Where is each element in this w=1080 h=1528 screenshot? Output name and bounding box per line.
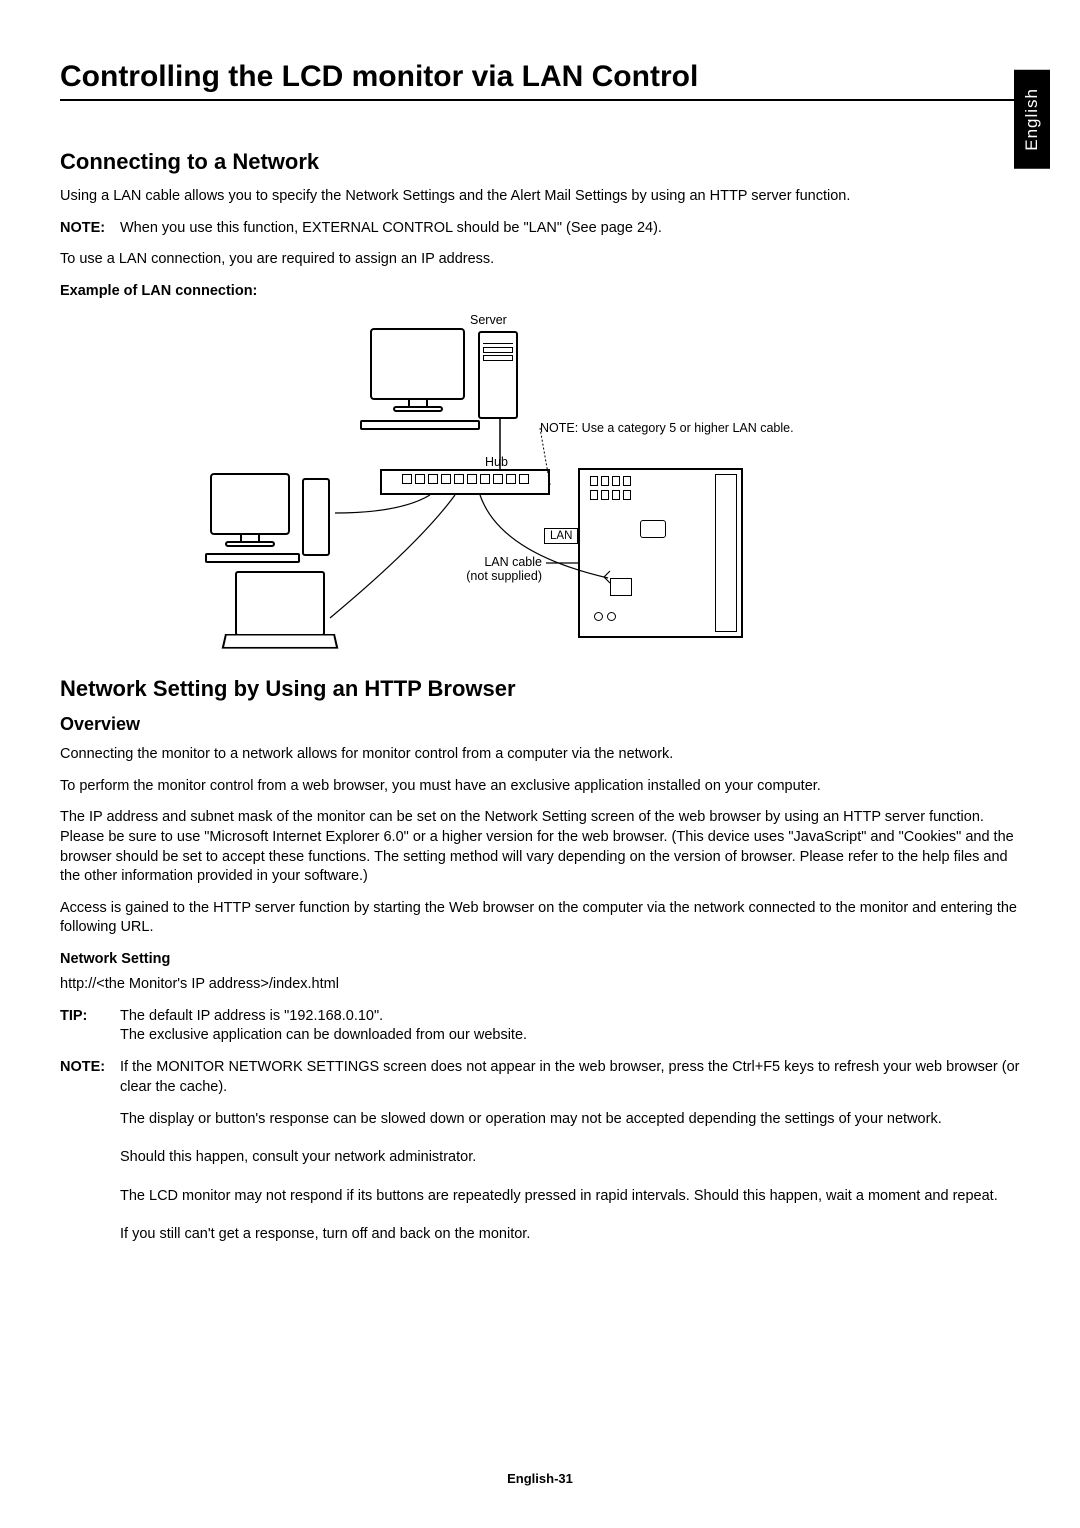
para-overview-1: Connecting the monitor to a network allo… <box>60 745 1020 765</box>
note2-row: NOTE: If the MONITOR NETWORK SETTINGS sc… <box>60 1058 1020 1097</box>
para-restart: If you still can't get a response, turn … <box>120 1224 1020 1244</box>
lan-diagram: Server NOTE: Use a category 5 or higher … <box>60 313 1020 658</box>
example-label: Example of LAN connection: <box>60 282 1020 302</box>
para-overview-2: To perform the monitor control from a we… <box>60 777 1020 797</box>
language-tab: English <box>1014 70 1050 169</box>
para-overview-3: The IP address and subnet mask of the mo… <box>60 808 1020 886</box>
tip-label: TIP: <box>60 1007 112 1046</box>
network-setting-url: http://<the Monitor's IP address>/index.… <box>60 975 1020 995</box>
para-admin: Should this happen, consult your network… <box>120 1147 1020 1167</box>
section-network-http: Network Setting by Using an HTTP Browser <box>60 676 1020 702</box>
note2-text: If the MONITOR NETWORK SETTINGS screen d… <box>120 1058 1020 1097</box>
tip-text: The default IP address is "192.168.0.10"… <box>120 1007 1020 1046</box>
note-continuation: The display or button's response can be … <box>120 1109 1020 1244</box>
page-number: English-31 <box>0 1471 1080 1486</box>
page-title: Controlling the LCD monitor via LAN Cont… <box>60 60 1020 101</box>
note-label: NOTE: <box>60 219 112 239</box>
para-slow: The display or button's response can be … <box>120 1109 1020 1129</box>
note-external-control: NOTE: When you use this function, EXTERN… <box>60 219 1020 239</box>
network-setting-label: Network Setting <box>60 950 1020 970</box>
section-connecting: Connecting to a Network <box>60 149 1020 175</box>
page-content: Controlling the LCD monitor via LAN Cont… <box>0 0 1080 1302</box>
note2-label: NOTE: <box>60 1058 112 1097</box>
para-ip-required: To use a LAN connection, you are require… <box>60 250 1020 270</box>
tip-row: TIP: The default IP address is "192.168.… <box>60 1007 1020 1046</box>
para-lan-cable: Using a LAN cable allows you to specify … <box>60 187 1020 207</box>
para-repeat: The LCD monitor may not respond if its b… <box>120 1186 1020 1206</box>
subsection-overview: Overview <box>60 714 1020 735</box>
para-overview-4: Access is gained to the HTTP server func… <box>60 899 1020 938</box>
diagram-wires <box>60 313 1020 658</box>
note-text: When you use this function, EXTERNAL CON… <box>120 219 1020 239</box>
